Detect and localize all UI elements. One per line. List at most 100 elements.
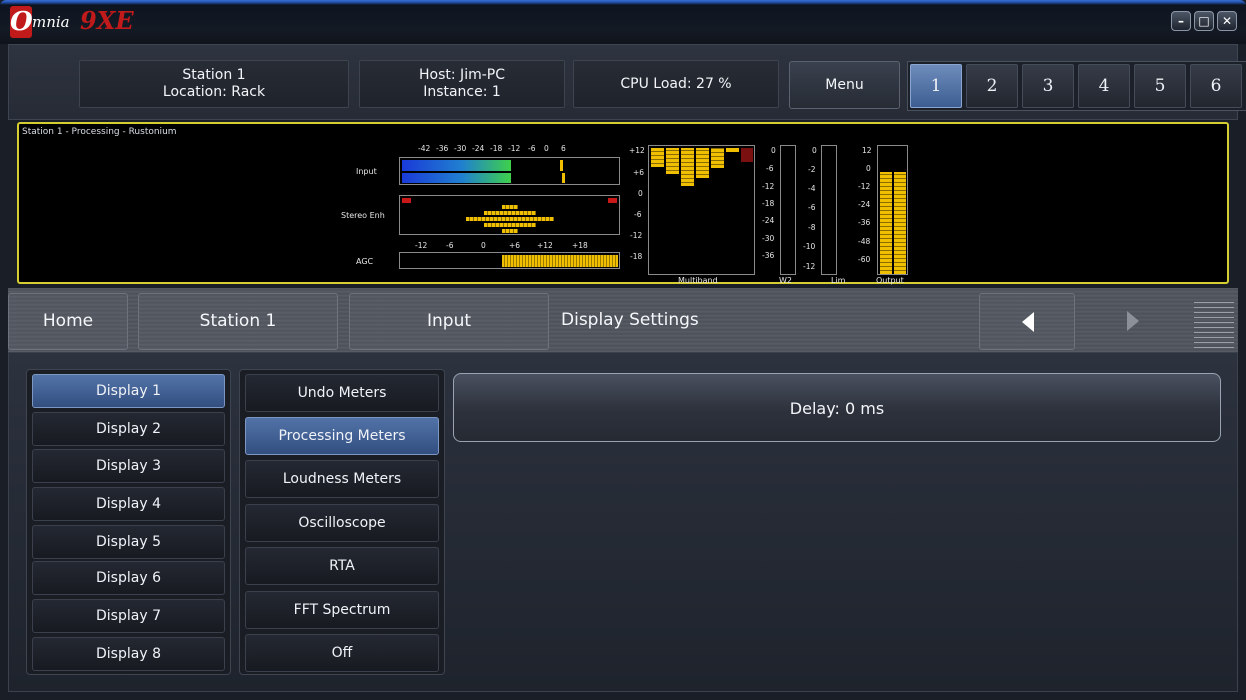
instance-button-3[interactable]: 3 xyxy=(1022,64,1074,108)
lim-scale-tick: -4 xyxy=(808,184,816,193)
multiband-band-bar xyxy=(681,148,694,186)
display-item-3[interactable]: Display 3 xyxy=(32,449,225,483)
lim-scale-tick: -6 xyxy=(808,203,816,212)
processing-meter-panel[interactable]: Station 1 - Processing - Rustonium -42 -… xyxy=(17,122,1229,285)
forward-button[interactable] xyxy=(1085,293,1181,350)
instance-selector: 1 2 3 4 5 6 xyxy=(907,61,1246,111)
input-scale-tick: -12 xyxy=(508,144,521,153)
lim-scale-tick: -2 xyxy=(808,165,816,174)
status-strip: Station 1 Location: Rack Host: Jim-PC In… xyxy=(8,44,1246,120)
output-label: Output xyxy=(876,276,904,285)
stereo-bar xyxy=(502,205,518,209)
multiband-band-bar xyxy=(696,148,709,178)
station-info: Station 1 Location: Rack xyxy=(79,60,349,108)
multiband-scale-tick: +6 xyxy=(633,168,645,177)
title-bar: O mnia 9XE – □ ✕ xyxy=(0,0,1246,44)
output-scale-tick: -12 xyxy=(858,182,871,191)
menu-lines-icon[interactable] xyxy=(1194,298,1234,348)
stereo-right-clip xyxy=(608,198,617,203)
agc-scale-tick: +6 xyxy=(509,241,521,250)
multiband-band-bar xyxy=(711,148,724,168)
display-item-2[interactable]: Display 2 xyxy=(32,412,225,446)
input-scale-tick: -36 xyxy=(436,144,449,153)
w2-scale-tick: -18 xyxy=(762,199,775,208)
display-item-6[interactable]: Display 6 xyxy=(32,561,225,595)
input-scale-tick: 0 xyxy=(544,144,549,153)
multiband-band-bar xyxy=(651,148,664,167)
input-meter xyxy=(399,157,620,185)
option-fft-spectrum[interactable]: FFT Spectrum xyxy=(245,591,439,629)
station-name: Station 1 xyxy=(182,67,246,83)
instance-button-6[interactable]: 6 xyxy=(1190,64,1242,108)
agc-scale-tick: +18 xyxy=(572,241,588,250)
nav-input-button[interactable]: Input xyxy=(349,293,549,350)
option-loudness-meters[interactable]: Loudness Meters xyxy=(245,460,439,498)
meter-type-list: Undo Meters Processing Meters Loudness M… xyxy=(239,369,445,675)
multiband-band-bar xyxy=(726,148,739,152)
agc-scale-tick: -6 xyxy=(446,241,454,250)
nav-home-button[interactable]: Home xyxy=(8,293,128,350)
instance-button-1[interactable]: 1 xyxy=(910,64,962,108)
option-undo-meters[interactable]: Undo Meters xyxy=(245,374,439,412)
display-item-7[interactable]: Display 7 xyxy=(32,599,225,633)
stereo-enh-label: Stereo Enh xyxy=(341,211,385,220)
option-oscilloscope[interactable]: Oscilloscope xyxy=(245,504,439,542)
output-scale-tick: -60 xyxy=(858,255,871,264)
right-arrow-icon xyxy=(1127,311,1139,331)
instance-number: Instance: 1 xyxy=(423,84,501,100)
input-meter-label: Input xyxy=(356,167,377,176)
output-meter xyxy=(877,145,908,275)
display-item-4[interactable]: Display 4 xyxy=(32,487,225,521)
host-info: Host: Jim-PC Instance: 1 xyxy=(359,60,565,108)
input-scale-tick: -24 xyxy=(472,144,485,153)
stereo-left-clip xyxy=(402,198,411,203)
multiband-scale-tick: +12 xyxy=(629,146,645,155)
w2-scale-tick: -6 xyxy=(766,164,774,173)
stereo-bar xyxy=(484,223,536,227)
input-right-bar xyxy=(402,173,511,183)
instance-button-5[interactable]: 5 xyxy=(1134,64,1186,108)
multiband-scale-tick: -12 xyxy=(630,231,643,240)
station-location: Location: Rack xyxy=(162,84,266,100)
delay-control[interactable]: Delay: 0 ms xyxy=(453,373,1221,442)
w2-scale-tick: -36 xyxy=(762,251,775,260)
close-icon[interactable]: ✕ xyxy=(1217,11,1237,31)
host-name: Host: Jim-PC xyxy=(419,67,505,83)
agc-scale-tick: 0 xyxy=(481,241,486,250)
display-item-5[interactable]: Display 5 xyxy=(32,525,225,559)
display-item-1[interactable]: Display 1 xyxy=(32,374,225,408)
agc-scale-tick: -12 xyxy=(415,241,428,250)
logo-letter: O xyxy=(10,6,33,38)
input-scale-tick: -30 xyxy=(454,144,467,153)
lim-label: Lim xyxy=(831,276,846,285)
maximize-icon[interactable]: □ xyxy=(1194,11,1214,31)
multiband-scale-tick: 0 xyxy=(638,189,643,198)
back-button[interactable] xyxy=(979,293,1075,350)
output-scale-tick: -24 xyxy=(858,200,871,209)
stereo-bar xyxy=(466,217,554,221)
instance-button-2[interactable]: 2 xyxy=(966,64,1018,108)
stereo-enh-meter xyxy=(399,195,620,235)
multiband-label: Multiband xyxy=(678,276,718,285)
output-scale-tick: -48 xyxy=(858,237,871,246)
logo-suffix: 9XE xyxy=(80,6,134,35)
minimize-icon[interactable]: – xyxy=(1171,11,1191,31)
multiband-meter xyxy=(648,145,755,275)
output-left-bar xyxy=(880,172,892,274)
agc-bar xyxy=(502,255,618,267)
option-rta[interactable]: RTA xyxy=(245,547,439,585)
lim-scale-tick: -12 xyxy=(803,262,816,271)
w2-meter xyxy=(780,145,796,275)
navigation-bar: Home Station 1 Input Display Settings xyxy=(8,288,1238,352)
meter-panel-title: Station 1 - Processing - Rustonium xyxy=(22,127,177,137)
nav-station-button[interactable]: Station 1 xyxy=(138,293,338,350)
option-off[interactable]: Off xyxy=(245,634,439,672)
display-item-8[interactable]: Display 8 xyxy=(32,637,225,671)
menu-button[interactable]: Menu xyxy=(789,61,900,109)
input-scale-tick: -18 xyxy=(490,144,503,153)
instance-button-4[interactable]: 4 xyxy=(1078,64,1130,108)
option-processing-meters[interactable]: Processing Meters xyxy=(245,417,439,455)
display-list: Display 1 Display 2 Display 3 Display 4 … xyxy=(26,369,231,675)
nav-current-page: Display Settings xyxy=(561,310,699,330)
input-scale-tick: -6 xyxy=(528,144,536,153)
